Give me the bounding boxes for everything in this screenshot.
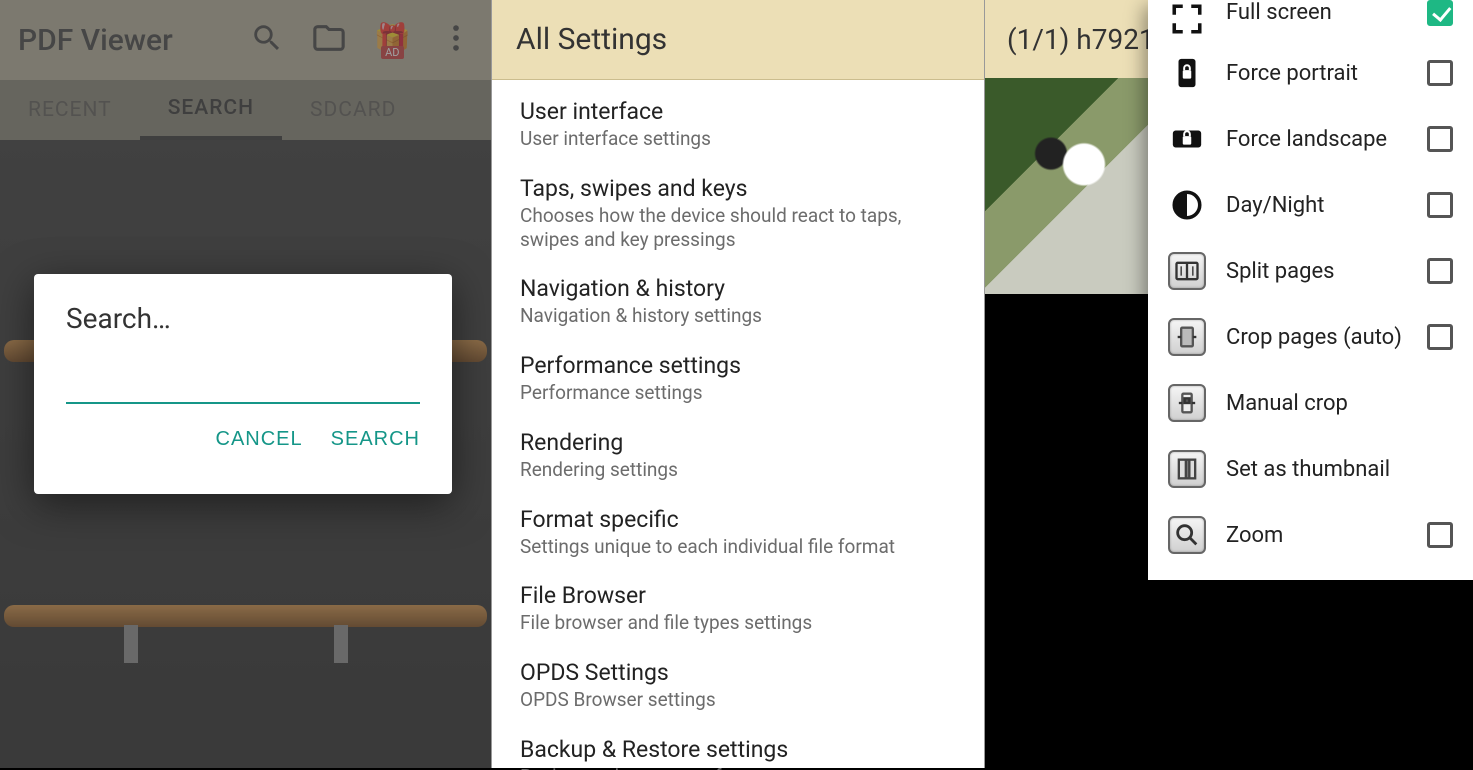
view-option-label: Crop pages (auto): [1226, 325, 1407, 350]
dialog-title: Search…: [66, 302, 420, 335]
checkbox[interactable]: [1427, 324, 1453, 350]
view-option-label: Day/Night: [1226, 193, 1407, 218]
settings-list[interactable]: User interfaceUser interface settingsTap…: [492, 80, 984, 770]
checkbox[interactable]: [1427, 192, 1453, 218]
settings-item[interactable]: File BrowserFile browser and file types …: [492, 572, 984, 649]
settings-header: All Settings: [492, 0, 984, 80]
settings-item-subtitle: Chooses how the device should react to t…: [520, 204, 956, 252]
settings-item-subtitle: Rendering settings: [520, 458, 956, 482]
settings-item-subtitle: File browser and file types settings: [520, 611, 956, 635]
page-indicator: (1/1) h7921: [1007, 23, 1155, 56]
view-option-fullscreen[interactable]: Full screen: [1148, 0, 1473, 40]
settings-item[interactable]: Taps, swipes and keysChooses how the dev…: [492, 165, 984, 266]
search-button[interactable]: SEARCH: [331, 428, 420, 451]
settings-item-title: OPDS Settings: [520, 659, 956, 686]
settings-item[interactable]: RenderingRendering settings: [492, 419, 984, 496]
search-input[interactable]: [66, 367, 420, 404]
settings-item-title: Performance settings: [520, 352, 956, 379]
view-option-portrait-lock[interactable]: Force portrait: [1148, 40, 1473, 106]
view-option-landscape-lock[interactable]: Force landscape: [1148, 106, 1473, 172]
view-option-label: Zoom: [1226, 523, 1407, 548]
view-option-label: Force landscape: [1226, 127, 1407, 152]
settings-item[interactable]: Navigation & historyNavigation & history…: [492, 265, 984, 342]
settings-item-title: Rendering: [520, 429, 956, 456]
settings-panel: All Settings User interfaceUser interfac…: [491, 0, 985, 768]
settings-item-subtitle: Performance settings: [520, 381, 956, 405]
settings-item-title: File Browser: [520, 582, 956, 609]
view-option-thumbnail[interactable]: Set as thumbnail: [1148, 436, 1473, 502]
view-option-label: Set as thumbnail: [1226, 457, 1453, 482]
view-option-split-pages[interactable]: Split pages: [1148, 238, 1473, 304]
document-page-image[interactable]: [985, 78, 1150, 294]
checkbox[interactable]: [1427, 258, 1453, 284]
split-pages-icon: [1168, 252, 1206, 290]
settings-item-title: Taps, swipes and keys: [520, 175, 956, 202]
settings-item-title: Format specific: [520, 506, 956, 533]
settings-item-subtitle: User interface settings: [520, 127, 956, 151]
reader-panel: (1/1) h7921 Full screen Force portrait For…: [985, 0, 1473, 768]
settings-item-subtitle: Settings unique to each individual file …: [520, 535, 956, 559]
settings-item[interactable]: Performance settingsPerformance settings: [492, 342, 984, 419]
checkbox[interactable]: [1427, 60, 1453, 86]
settings-item-title: Navigation & history: [520, 275, 956, 302]
checkbox[interactable]: [1427, 522, 1453, 548]
crop-manual-icon: [1168, 384, 1206, 422]
settings-item-title: Backup & Restore settings: [520, 736, 956, 763]
settings-item[interactable]: Format specificSettings unique to each i…: [492, 496, 984, 573]
view-option-day-night[interactable]: Day/Night: [1148, 172, 1473, 238]
view-option-crop-auto[interactable]: Crop pages (auto): [1148, 304, 1473, 370]
landscape-lock-icon: [1168, 120, 1206, 158]
checkbox[interactable]: [1427, 126, 1453, 152]
portrait-lock-icon: [1168, 54, 1206, 92]
view-option-crop-manual[interactable]: Manual crop: [1148, 370, 1473, 436]
settings-item[interactable]: Backup & Restore settings Backup and rest…: [492, 726, 984, 770]
view-option-label: Full screen: [1226, 0, 1407, 25]
thumbnail-icon: [1168, 450, 1206, 488]
zoom-icon: [1168, 516, 1206, 554]
settings-item[interactable]: User interfaceUser interface settings: [492, 88, 984, 165]
settings-item-subtitle: Backup and restore preferences: [520, 765, 956, 770]
fullscreen-icon: [1168, 0, 1206, 38]
checkbox[interactable]: [1427, 0, 1453, 26]
view-option-label: Manual crop: [1226, 391, 1453, 416]
view-option-zoom[interactable]: Zoom: [1148, 502, 1473, 568]
pdf-viewer-panel: PDF Viewer 🎁 AD RECENT SEARCH SDCARD Sea…: [0, 0, 491, 768]
settings-item-subtitle: OPDS Browser settings: [520, 688, 956, 712]
view-option-label: Split pages: [1226, 259, 1407, 284]
settings-item-title: User interface: [520, 98, 956, 125]
crop-auto-icon: [1168, 318, 1206, 356]
settings-item-subtitle: Navigation & history settings: [520, 304, 956, 328]
cancel-button[interactable]: CANCEL: [216, 428, 303, 451]
settings-item[interactable]: OPDS SettingsOPDS Browser settings: [492, 649, 984, 726]
search-dialog: Search… CANCEL SEARCH: [34, 274, 452, 494]
day-night-icon: [1168, 186, 1206, 224]
view-options-menu: Full screen Force portrait Force landscape…: [1148, 0, 1473, 580]
view-option-label: Force portrait: [1226, 61, 1407, 86]
